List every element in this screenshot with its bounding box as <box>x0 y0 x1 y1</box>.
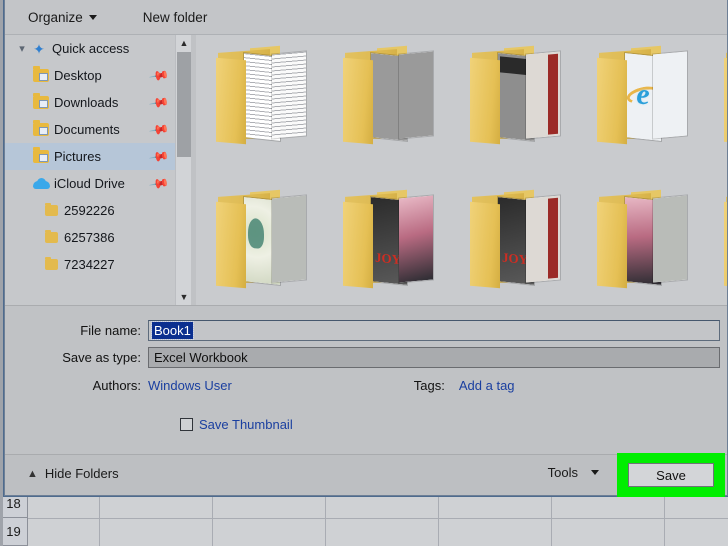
sidebar-item-label: Downloads <box>54 95 119 110</box>
folder-icon <box>41 202 61 216</box>
new-folder-button[interactable]: New folder <box>134 7 217 28</box>
authors-value[interactable]: Windows User <box>148 378 232 393</box>
folder-thumbnail <box>204 183 324 303</box>
file-item[interactable] <box>585 183 705 303</box>
scroll-down-icon[interactable]: ▼ <box>176 289 191 305</box>
file-name-value: Book1 <box>151 321 194 340</box>
scroll-up-icon[interactable]: ▲ <box>176 35 191 51</box>
tags-value[interactable]: Add a tag <box>459 378 515 393</box>
sidebar-item-7234227[interactable]: 7234227 <box>5 251 175 278</box>
sidebar-item-label: Documents <box>54 122 120 137</box>
authors-label: Authors: <box>92 378 141 393</box>
navigation-pane: ▾ ✦ Quick access Desktop 📌 Downloads 📌 D… <box>5 35 191 305</box>
dialog-bottom-bar: ▲ Hide Folders Tools Save <box>5 453 727 497</box>
sidebar-item-icloud-drive[interactable]: iCloud Drive 📌 <box>5 170 175 197</box>
folder-thumbnail: e <box>585 39 705 159</box>
sidebar-item-documents[interactable]: Documents 📌 <box>5 116 175 143</box>
sidebar-item-label: iCloud Drive <box>54 176 125 191</box>
sidebar-item-pictures[interactable]: Pictures 📌 <box>5 143 175 170</box>
pin-icon[interactable]: 📌 <box>148 146 170 168</box>
save-as-type-value: Excel Workbook <box>154 350 248 365</box>
folder-thumbnail <box>458 183 578 303</box>
sidebar-item-label: 2592226 <box>64 203 115 218</box>
file-item[interactable] <box>712 183 727 303</box>
sidebar-item-6257386[interactable]: 6257386 <box>5 224 175 251</box>
sidebar-item-label: Quick access <box>52 41 130 56</box>
save-as-type-select[interactable]: Excel Workbook <box>148 347 720 368</box>
chevron-down-icon <box>88 14 97 20</box>
organize-button[interactable]: Organize <box>19 7 106 28</box>
chevron-down-icon <box>591 470 599 475</box>
excel-cell-area[interactable] <box>28 490 728 546</box>
folder-thumbnail <box>204 39 324 159</box>
save-thumbnail-checkbox[interactable] <box>180 418 193 431</box>
folder-thumbnail <box>712 183 727 303</box>
scrollbar-thumb[interactable] <box>177 52 191 157</box>
sidebar-item-label: 7234227 <box>64 257 115 272</box>
tags-label: Tags: <box>413 378 445 393</box>
pin-icon[interactable]: 📌 <box>148 173 170 195</box>
save-button[interactable]: Save <box>628 463 714 487</box>
file-item[interactable] <box>331 183 451 303</box>
folder-thumbnail <box>458 39 578 159</box>
hide-folders-button[interactable]: ▲ Hide Folders <box>27 466 119 481</box>
folder-thumbnail <box>712 39 727 159</box>
folder-documents-icon <box>31 120 51 136</box>
navigation-scrollbar[interactable]: ▲ ▼ <box>175 35 191 305</box>
file-item[interactable]: e <box>585 39 705 159</box>
save-as-dialog: Organize New folder ▾ ✦ Quick access Des… <box>4 0 728 497</box>
file-item[interactable] <box>204 183 324 303</box>
sidebar-item-downloads[interactable]: Downloads 📌 <box>5 89 175 116</box>
save-form: File name: Book1 Save as type: Excel Wor… <box>5 305 727 454</box>
excel-left-edge <box>0 0 3 546</box>
sidebar-item-2592226[interactable]: 2592226 <box>5 197 175 224</box>
save-button-highlight: Save <box>617 453 725 497</box>
file-name-label: File name: <box>80 323 141 338</box>
sidebar-item-label: 6257386 <box>64 230 115 245</box>
file-item[interactable] <box>331 39 451 159</box>
excel-row-header[interactable]: 19 <box>0 518 28 546</box>
tools-button[interactable]: Tools <box>548 465 599 480</box>
cloud-icon <box>31 178 51 189</box>
folder-desktop-icon <box>31 66 51 82</box>
folder-thumbnail <box>331 183 451 303</box>
new-folder-label: New folder <box>142 9 208 25</box>
star-icon: ✦ <box>33 40 45 57</box>
pin-icon[interactable]: 📌 <box>148 65 170 87</box>
save-as-type-label: Save as type: <box>62 350 141 365</box>
excel-grid: 18 19 <box>0 490 728 546</box>
screenshot-root: 18 19 Organize New folder ▾ ✦ Quick acce… <box>0 0 728 546</box>
folder-downloads-icon <box>31 93 51 109</box>
file-list[interactable]: e <box>196 35 727 305</box>
file-item[interactable] <box>458 183 578 303</box>
chevron-expanded-icon: ▾ <box>19 43 25 55</box>
file-item[interactable] <box>204 39 324 159</box>
tools-label: Tools <box>547 465 578 480</box>
dialog-toolbar: Organize New folder <box>5 0 727 35</box>
sidebar-item-label: Pictures <box>54 149 101 164</box>
folder-pictures-icon <box>31 147 51 163</box>
pin-icon[interactable]: 📌 <box>148 119 170 141</box>
pin-icon[interactable]: 📌 <box>148 92 170 114</box>
save-thumbnail-checkbox-wrap[interactable]: Save Thumbnail <box>180 417 293 432</box>
folder-thumbnail <box>331 39 451 159</box>
folder-thumbnail <box>585 183 705 303</box>
folder-icon <box>41 229 61 243</box>
file-name-input[interactable]: Book1 <box>148 320 720 341</box>
save-button-label: Save <box>656 467 686 483</box>
file-item[interactable] <box>712 39 727 159</box>
folder-icon <box>41 256 61 270</box>
sidebar-item-desktop[interactable]: Desktop 📌 <box>5 62 175 89</box>
chevron-up-icon: ▲ <box>27 467 38 480</box>
sidebar-item-label: Desktop <box>54 68 102 83</box>
sidebar-item-quick-access[interactable]: ▾ ✦ Quick access <box>5 35 175 62</box>
organize-label: Organize <box>28 9 83 25</box>
save-thumbnail-label: Save Thumbnail <box>199 417 293 432</box>
hide-folders-label: Hide Folders <box>44 466 119 481</box>
navigation-list: ▾ ✦ Quick access Desktop 📌 Downloads 📌 D… <box>5 35 175 278</box>
file-item[interactable] <box>458 39 578 159</box>
